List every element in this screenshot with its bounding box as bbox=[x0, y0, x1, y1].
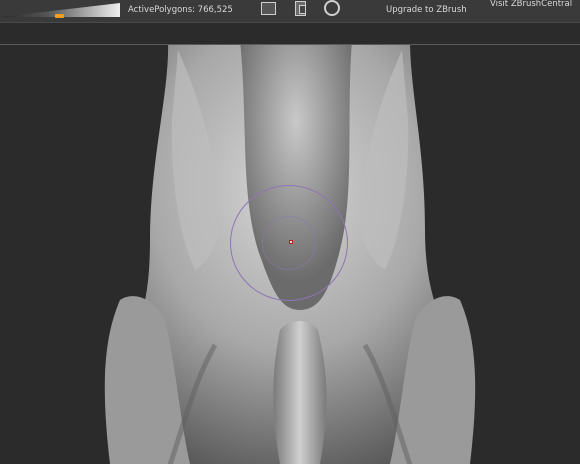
document-icon[interactable] bbox=[291, 0, 309, 16]
top-toolbar: ActivePolygons: 766,525 Upgrade to ZBrus… bbox=[0, 0, 580, 23]
draw-size-slider-knob[interactable] bbox=[55, 14, 64, 18]
frame-icon[interactable] bbox=[259, 0, 277, 16]
upgrade-button[interactable]: Upgrade to ZBrush bbox=[386, 5, 467, 15]
visit-zbrushcentral-link[interactable]: Visit ZBrushCentral bbox=[490, 0, 572, 9]
active-polygons-readout: ActivePolygons: 766,525 bbox=[128, 5, 233, 15]
brush-cursor-center bbox=[289, 240, 293, 244]
rotate-icon[interactable] bbox=[323, 0, 341, 16]
